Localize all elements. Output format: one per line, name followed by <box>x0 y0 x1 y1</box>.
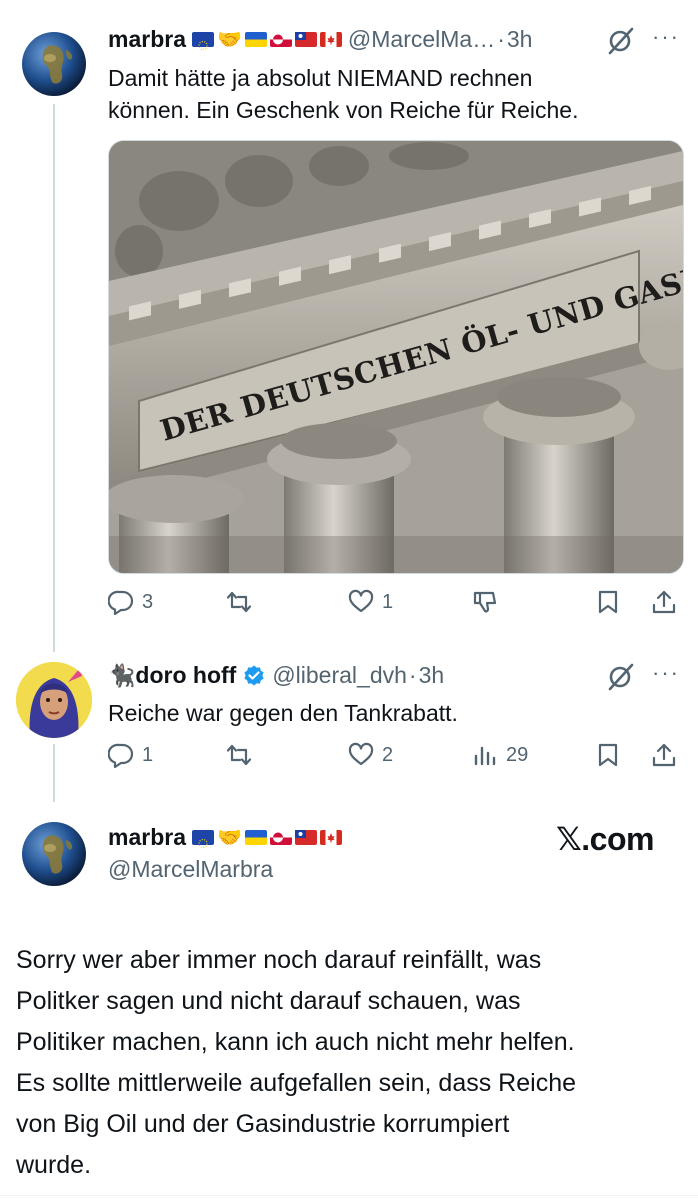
tweet-text: Sorry wer aber immer noch darauf reinfäl… <box>16 940 576 1186</box>
views-button[interactable]: 29 <box>472 742 528 768</box>
like-icon <box>348 589 374 613</box>
tweet-header: marbra 🤝 <box>108 824 342 851</box>
reply-count: 3 <box>142 590 154 613</box>
ukraine-flag-icon <box>244 32 267 47</box>
greenland-flag-icon <box>269 32 292 47</box>
eu-flag-icon <box>191 830 214 849</box>
greenland-flag-icon <box>269 830 292 845</box>
retweet-button[interactable] <box>226 742 252 768</box>
avatar[interactable] <box>16 662 92 738</box>
globe-avatar <box>42 45 73 84</box>
eu-flag-icon <box>191 32 214 51</box>
tweet-text-line: wurde. <box>16 1151 92 1179</box>
separator-dot: · <box>497 26 505 52</box>
bookmark-button[interactable] <box>595 742 621 768</box>
name-emoji-flags: 🤝 <box>191 27 342 52</box>
display-name[interactable]: marbra <box>108 26 186 53</box>
views-icon <box>474 746 496 766</box>
handshake-icon: 🤝 <box>216 827 242 849</box>
retweet-icon <box>226 591 252 613</box>
canada-flag-icon <box>319 32 342 47</box>
reply-icon <box>108 590 134 615</box>
globe-avatar <box>42 835 73 874</box>
taiwan-flag-icon <box>294 32 317 47</box>
thread-line <box>53 104 55 652</box>
taiwan-flag-icon <box>294 830 317 845</box>
like-button[interactable]: 1 <box>348 589 393 615</box>
bookmark-button[interactable] <box>595 589 621 615</box>
retweet-icon <box>226 744 252 766</box>
reply-button[interactable]: 3 <box>108 589 153 615</box>
tweet-text-line: können. Ein Geschenk von Reiche für Reic… <box>108 97 579 123</box>
reply-button[interactable]: 1 <box>108 742 153 768</box>
bookmark-icon <box>598 743 618 767</box>
user-handle[interactable]: @MarcelMa… <box>348 26 495 53</box>
user-handle[interactable]: @MarcelMarbra <box>108 856 273 883</box>
avatar[interactable] <box>22 32 86 96</box>
building-facade-image: DER DEUTSCHEN ÖL- UND GASINDUSTRIE <box>109 141 683 573</box>
tweet-text-line: Politker sagen und nicht darauf schauen,… <box>16 987 521 1015</box>
avatar[interactable] <box>22 822 86 886</box>
dislike-button[interactable] <box>472 589 498 615</box>
share-icon <box>652 743 676 767</box>
display-name[interactable]: doro hoff <box>135 662 236 689</box>
share-icon <box>652 590 676 614</box>
tweet-text: Reiche war gegen den Tankrabatt. <box>108 700 458 726</box>
tweet-text: Damit hätte ja absolut NIEMAND rechnen k… <box>108 62 579 126</box>
cat-emoji-icon: 🐈‍⬛ <box>108 662 136 688</box>
tweet-text-line: Politiker machen, kann ich auch nicht me… <box>16 1028 575 1056</box>
grok-icon[interactable] <box>606 26 636 56</box>
thread-line <box>53 744 55 802</box>
tweet-header: 🐈‍⬛ doro hoff @liberal_dvh · 3h <box>108 662 444 689</box>
display-name[interactable]: marbra <box>108 824 186 851</box>
ukraine-flag-icon <box>244 830 267 845</box>
tweet-image[interactable]: DER DEUTSCHEN ÖL- UND GASINDUSTRIE <box>108 140 684 574</box>
tweet-text-line: Es sollte mittlerweile aufgefallen sein,… <box>16 1069 576 1097</box>
canada-flag-icon <box>319 830 342 845</box>
timestamp[interactable]: 3h <box>507 26 533 53</box>
like-icon <box>348 742 374 766</box>
share-button[interactable] <box>651 742 677 768</box>
portrait-avatar <box>16 662 92 738</box>
tweet-text-line: von Big Oil und der Gasindustrie korrump… <box>16 1110 510 1138</box>
tweet-header: marbra 🤝 @MarcelMa… · 3h <box>108 26 532 53</box>
reply-icon <box>108 743 134 768</box>
view-count: 29 <box>506 743 529 766</box>
site-watermark: 𝕏.com <box>556 821 654 857</box>
separator-dot: · <box>408 662 417 688</box>
more-icon[interactable]: ··· <box>652 24 680 50</box>
tweet-text-line: Sorry wer aber immer noch darauf reinfäl… <box>16 946 542 974</box>
tweet-actions: 1 2 29 <box>108 742 682 772</box>
like-count: 2 <box>382 743 394 766</box>
handshake-icon: 🤝 <box>216 29 242 51</box>
timestamp[interactable]: 3h <box>419 662 445 689</box>
name-emoji-flags: 🤝 <box>191 825 342 850</box>
bookmark-icon <box>598 590 618 614</box>
share-button[interactable] <box>651 589 677 615</box>
more-icon[interactable]: ··· <box>652 660 680 686</box>
verified-badge-icon <box>244 665 264 685</box>
like-button[interactable]: 2 <box>348 742 393 768</box>
tweet-actions: 3 1 <box>108 589 682 619</box>
bottom-divider <box>0 1195 698 1196</box>
reply-count: 1 <box>142 743 154 766</box>
like-count: 1 <box>382 590 394 613</box>
user-handle[interactable]: @liberal_dvh <box>272 662 407 689</box>
tweet-text-line: Damit hätte ja absolut NIEMAND rechnen <box>108 65 533 91</box>
dislike-icon <box>473 591 497 613</box>
grok-icon[interactable] <box>606 662 636 692</box>
retweet-button[interactable] <box>226 589 252 615</box>
